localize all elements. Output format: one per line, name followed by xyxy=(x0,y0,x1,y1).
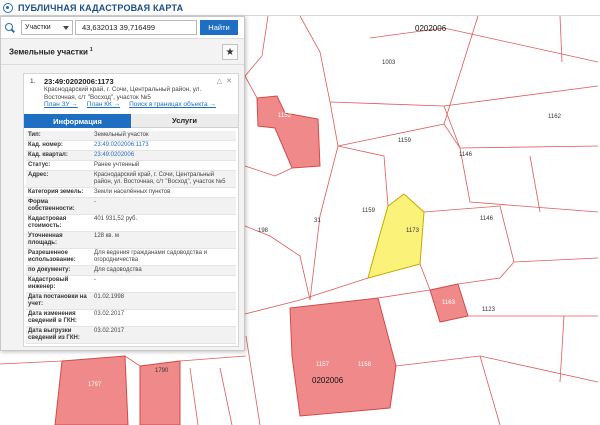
parcel-label: 1159 xyxy=(362,208,375,214)
search-within-link[interactable]: Поиск в границах объекта → xyxy=(129,101,216,108)
selected-parcel-1173[interactable] xyxy=(367,193,425,279)
parcel-label: 1152 xyxy=(278,113,291,119)
info-row: Дата изменения сведений в ГКН: 03.02.2017 xyxy=(26,310,236,327)
search-input[interactable] xyxy=(75,20,197,35)
parcel-card-header: 1. 23:49:0202006:1173 Краснодарский край… xyxy=(24,74,238,112)
results-section-title: Земельные участки 1 xyxy=(9,46,93,57)
parcel-links: План ЗУ → План КК → Поиск в границах объ… xyxy=(44,101,216,108)
search-results-panel: Участки Найти Земельные участки1 ★ 1. 23… xyxy=(0,16,245,351)
cadastral-number[interactable]: 23:49:0202006:1173 xyxy=(44,77,114,86)
results-section-header: Земельные участки 1 ★ xyxy=(1,39,244,65)
app-header: ПУБЛИЧНАЯ КАДАСТРОВАЯ КАРТА xyxy=(0,0,600,16)
star-icon: ★ xyxy=(225,46,235,58)
result-index: 1. xyxy=(30,78,36,85)
parcel-label: 31 xyxy=(314,218,321,224)
chevron-down-icon xyxy=(63,26,69,30)
parcel-1152[interactable] xyxy=(256,95,321,169)
info-table: Тип: Земельный участок Кад. номер: 23:49:0… xyxy=(26,131,236,344)
parcel-card: 1. 23:49:0202006:1173 Краснодарский край… xyxy=(23,73,239,347)
favorite-star-button[interactable]: ★ xyxy=(222,44,238,60)
results-count: 1 xyxy=(89,46,93,53)
parcel-label: 1157 xyxy=(316,362,329,368)
info-row: Дата постановки на учет: 01.02.1998 xyxy=(26,293,236,310)
info-row: Статус: Ранее учтенный xyxy=(26,161,236,171)
parcel-label: 1790 xyxy=(155,368,169,374)
quarter-label: 0202006 xyxy=(312,376,344,385)
parcel-label: 1797 xyxy=(88,382,102,388)
info-row: Категория земель: Земли населённых пункто… xyxy=(26,188,236,198)
card-tabs: Информация Услуги xyxy=(24,114,238,128)
parcel-label: 1163 xyxy=(442,300,455,306)
find-button[interactable]: Найти xyxy=(200,20,238,35)
info-row: Тип: Земельный участок xyxy=(26,131,236,141)
parcel-label: 1158 xyxy=(358,362,371,368)
parcel-label: 1146 xyxy=(480,216,493,222)
parcel-address: Краснодарский край, г. Сочи, Центральный… xyxy=(44,86,202,101)
warning-icon[interactable]: △ xyxy=(217,78,223,85)
search-icon[interactable] xyxy=(5,22,15,33)
info-row: по документу: Для садоводства xyxy=(26,266,236,276)
info-row: Кад. номер: 23:49:0202006:1173 xyxy=(26,141,236,151)
info-row: Форма собственности: - xyxy=(26,198,236,215)
tab-services[interactable]: Услуги xyxy=(131,114,238,128)
tab-info[interactable]: Информация xyxy=(24,114,131,128)
card-tools[interactable]: △ ✕ xyxy=(217,77,233,85)
parcel-label: 198 xyxy=(258,228,269,234)
parcel-1797[interactable] xyxy=(54,355,129,425)
object-type-select[interactable]: Участки xyxy=(21,20,73,35)
parcel-label: 1173 xyxy=(406,228,419,234)
info-row: Адрес: Краснодарский край, г. Сочи, Центр… xyxy=(26,171,236,188)
parcel-label: 1123 xyxy=(482,307,495,313)
plan-zu-link[interactable]: План ЗУ → xyxy=(44,101,78,108)
info-row: Разрешенное использование: Для ведения гр… xyxy=(26,249,236,266)
info-row: Кадастровая стоимость: 401 931,52 руб. xyxy=(26,215,236,232)
quarter-label: 0202006 xyxy=(415,24,447,33)
close-icon[interactable]: ✕ xyxy=(226,78,233,85)
parcel-1157[interactable] xyxy=(289,297,397,417)
rosreestr-logo-icon xyxy=(3,2,13,13)
info-row: Кадастровый инженер: - xyxy=(26,276,236,293)
parcel-label: 1162 xyxy=(548,114,561,120)
parcel-label: 1003 xyxy=(382,60,396,66)
parcel-label: 1146 xyxy=(459,152,472,158)
app-title: ПУБЛИЧНАЯ КАДАСТРОВАЯ КАРТА xyxy=(18,2,184,13)
plan-kk-link[interactable]: План КК → xyxy=(87,101,120,108)
info-row: Дата выгрузки сведений из ГКН: 03.02.2017 xyxy=(26,327,236,344)
info-row: Уточненная площадь: 128 кв. м xyxy=(26,232,236,249)
info-row: Кад. квартал: 23:49:0202006 xyxy=(26,151,236,161)
object-type-value: Участки xyxy=(25,24,51,31)
parcel-label: 1159 xyxy=(398,138,411,144)
search-bar: Участки Найти xyxy=(1,17,244,39)
